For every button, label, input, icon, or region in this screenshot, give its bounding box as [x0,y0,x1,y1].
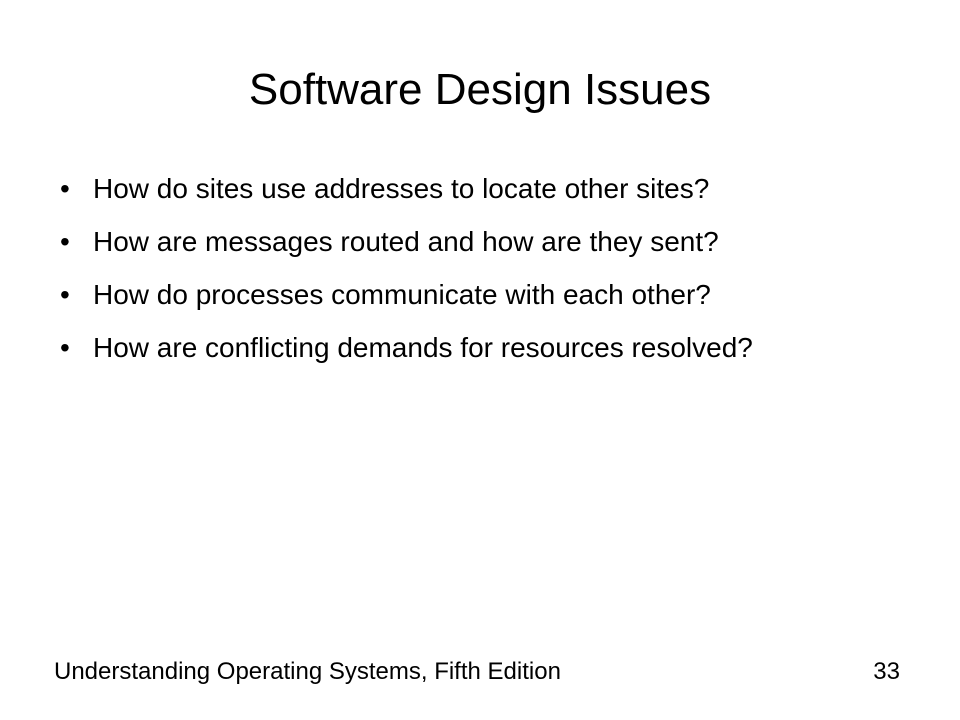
bullet-list: • How do sites use addresses to locate o… [60,172,900,384]
bullet-dot-icon: • [60,173,70,204]
bullet-item: • How are messages routed and how are th… [60,225,900,259]
slide-title: Software Design Issues [248,65,712,114]
footer-source: Understanding Operating Systems, Fifth E… [54,658,561,685]
bullet-text: How do sites use addresses to locate oth… [93,173,710,204]
bullet-dot-icon: • [60,332,70,363]
bullet-dot-icon: • [60,226,70,257]
bullet-dot-icon: • [60,279,70,310]
bullet-item: • How do processes communicate with each… [60,278,900,312]
bullet-item: • How are conflicting demands for resour… [60,331,900,365]
bullet-text: How are messages routed and how are they… [93,226,719,257]
bullet-item: • How do sites use addresses to locate o… [60,172,900,206]
bullet-text: How are conflicting demands for resource… [93,332,753,363]
slide: Software Design Issues • How do sites us… [0,0,960,720]
bullet-text: How do processes communicate with each o… [93,279,711,310]
page-number: 33 [873,658,900,685]
